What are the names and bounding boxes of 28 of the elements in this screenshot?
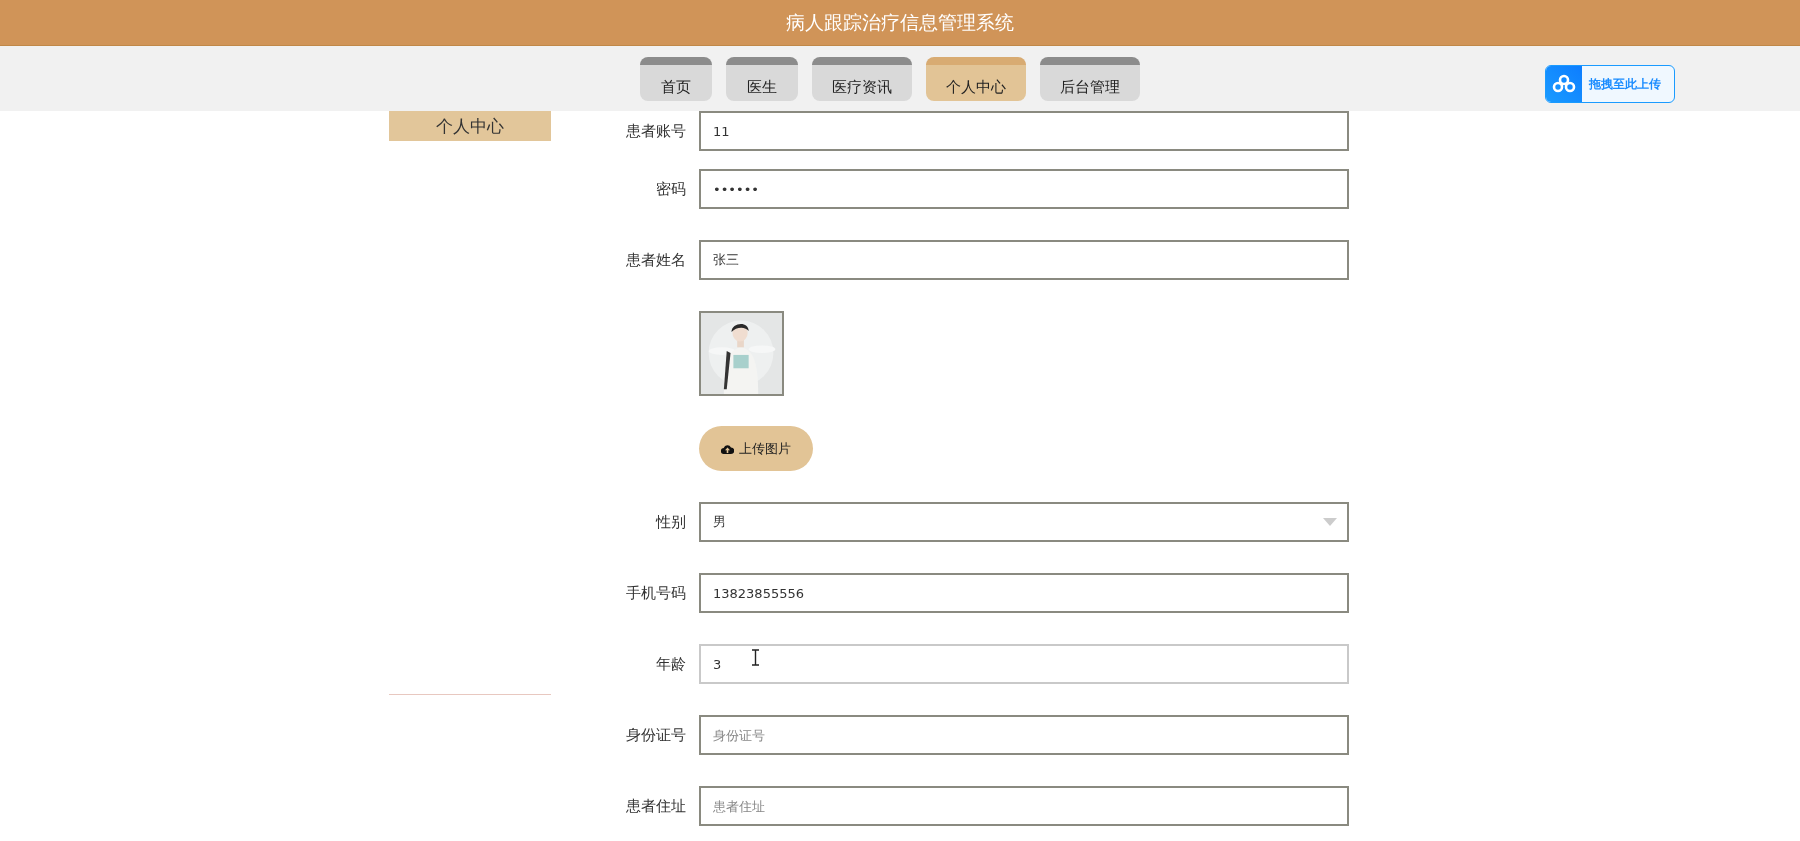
input-field[interactable]: 张三 xyxy=(699,240,1349,280)
field-label: 患者姓名 xyxy=(625,250,686,270)
sidebar-item[interactable]: 个人中心 xyxy=(389,111,551,141)
field-label: 患者账号 xyxy=(625,121,686,141)
nav-tab[interactable]: 后台管理 xyxy=(1040,57,1140,101)
input-field[interactable]: 13823855556 xyxy=(699,573,1349,613)
input-field[interactable]: •••••• xyxy=(699,169,1349,209)
field-label: 患者住址 xyxy=(625,796,686,816)
text-cursor-icon xyxy=(751,649,760,666)
nav-tab[interactable]: 医疗资讯 xyxy=(812,57,912,101)
field-label: 性别 xyxy=(654,512,686,532)
upload-image-button[interactable]: 上传图片 xyxy=(699,426,813,471)
gender-select[interactable]: 男 xyxy=(699,502,1349,542)
field-label: 密码 xyxy=(655,179,686,199)
nav-tab[interactable]: 首页 xyxy=(640,57,712,101)
input-field[interactable]: 身份证号 xyxy=(699,715,1349,755)
cloud-icon xyxy=(1546,66,1582,102)
caret-icon xyxy=(1323,518,1337,526)
input-field[interactable]: 患者住址 xyxy=(699,786,1349,826)
input-field[interactable]: 3 xyxy=(699,644,1349,684)
cloud-upload-icon xyxy=(721,443,734,454)
field-label: 手机号码 xyxy=(625,583,686,603)
field-label: 身份证号 xyxy=(625,725,686,745)
app-title: 病人跟踪治疗信息管理系统 xyxy=(786,9,1014,35)
input-field[interactable]: 11 xyxy=(699,111,1349,151)
field-label: 年龄 xyxy=(655,654,686,674)
nav-tab[interactable]: 个人中心 xyxy=(926,57,1026,101)
nav-tab[interactable]: 医生 xyxy=(726,57,798,101)
